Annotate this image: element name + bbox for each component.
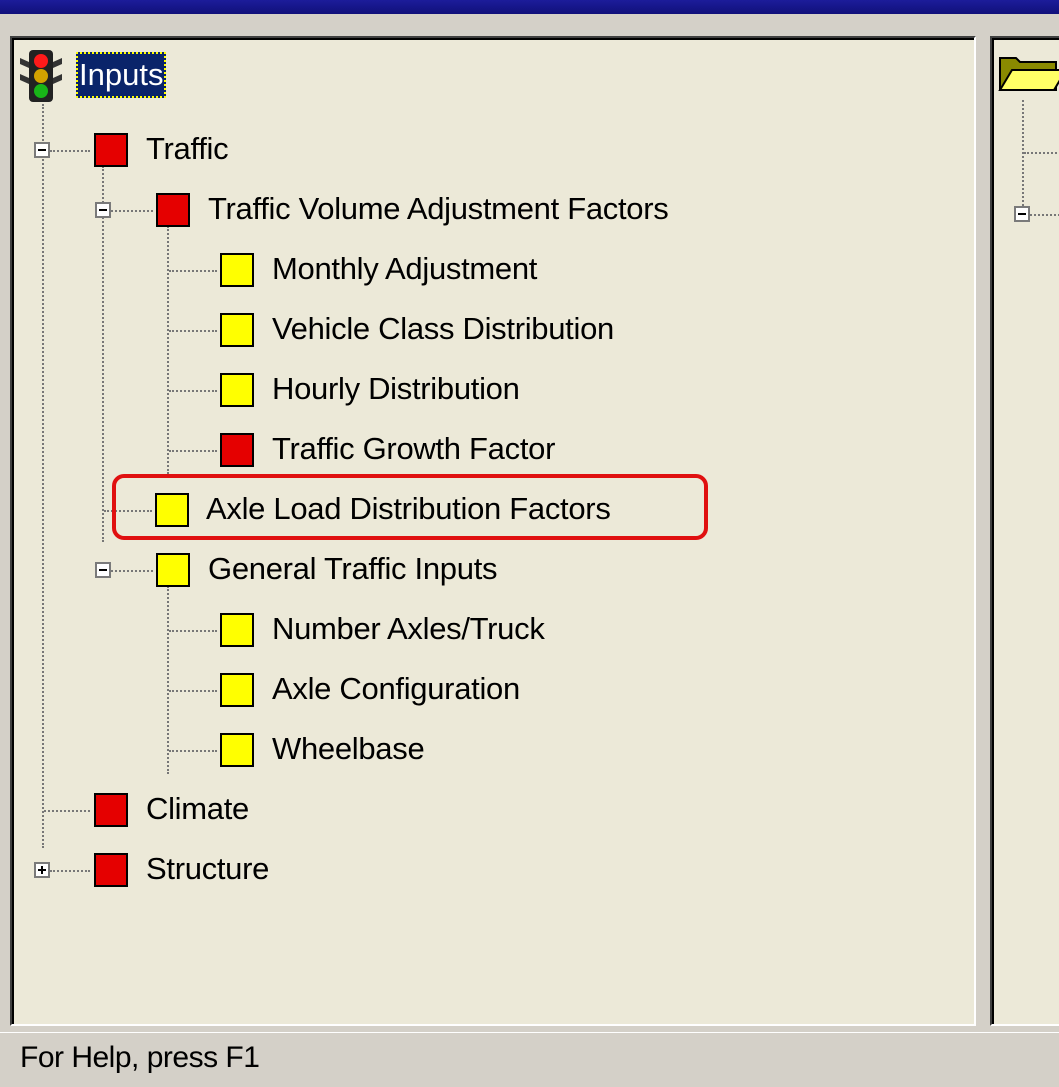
tree-item-general-traffic-inputs[interactable]: General Traffic Inputs [208,551,498,587]
title-bar [0,0,1059,14]
status-yellow-icon [220,673,254,707]
tree-line [169,330,217,332]
status-yellow-icon [220,733,254,767]
tree-line [111,570,153,572]
tree-root-inputs[interactable]: Inputs [76,52,167,98]
tree-line [169,750,217,752]
collapse-traffic-icon[interactable] [34,142,50,158]
inputs-tree-view[interactable]: Inputs Traffic Traffic Volume Adjustment… [10,36,976,1026]
collapse-general-traffic-icon[interactable] [95,562,111,578]
tree-item-structure[interactable]: Structure [146,851,269,887]
collapse-volume-factors-icon[interactable] [95,202,111,218]
tree-line [1024,152,1059,154]
status-bar-help-text: For Help, press F1 [20,1041,260,1074]
expand-structure-icon[interactable] [34,862,50,878]
tree-line [1022,100,1024,218]
tree-line [102,166,104,542]
tree-line [50,150,90,152]
tree-line [169,270,217,272]
status-yellow-icon [220,373,254,407]
tree-item-traffic[interactable]: Traffic [146,131,229,167]
status-red-icon [94,793,128,827]
tree-item-wheelbase[interactable]: Wheelbase [272,731,425,767]
tree-line [167,226,169,474]
tree-line [50,870,90,872]
tree-line [167,586,169,774]
status-bar: For Help, press F1 [0,1032,1059,1087]
application-window: Inputs Traffic Traffic Volume Adjustment… [0,0,1059,1087]
right-tree-view[interactable] [990,36,1059,1026]
highlight-annotation-box [112,474,708,540]
tree-line [111,210,153,212]
status-red-icon [156,193,190,227]
tree-item-vehicle-class-distribution[interactable]: Vehicle Class Distribution [272,311,614,347]
traffic-light-icon [20,50,62,102]
open-folder-icon [998,57,1059,91]
tree-item-monthly-adjustment[interactable]: Monthly Adjustment [272,251,537,287]
tree-item-axle-configuration[interactable]: Axle Configuration [272,671,520,707]
tree-line [169,630,217,632]
tree-item-climate[interactable]: Climate [146,791,249,827]
tree-item-traffic-growth-factor[interactable]: Traffic Growth Factor [272,431,555,467]
tree-line [42,104,44,848]
tree-line [169,450,217,452]
collapse-node-icon[interactable] [1014,206,1030,222]
tree-line [1030,214,1059,216]
tree-line [169,690,217,692]
tree-item-hourly-distribution[interactable]: Hourly Distribution [272,371,520,407]
status-yellow-icon [220,613,254,647]
status-red-icon [94,133,128,167]
status-red-icon [220,433,254,467]
tree-item-traffic-volume-adjustment-factors[interactable]: Traffic Volume Adjustment Factors [208,191,669,227]
tree-item-number-axles-truck[interactable]: Number Axles/Truck [272,611,545,647]
status-yellow-icon [220,313,254,347]
tree-line [169,390,217,392]
status-yellow-icon [220,253,254,287]
tree-line [44,810,90,812]
window-frame: Inputs Traffic Traffic Volume Adjustment… [0,14,1059,1087]
status-yellow-icon [156,553,190,587]
status-red-icon [94,853,128,887]
